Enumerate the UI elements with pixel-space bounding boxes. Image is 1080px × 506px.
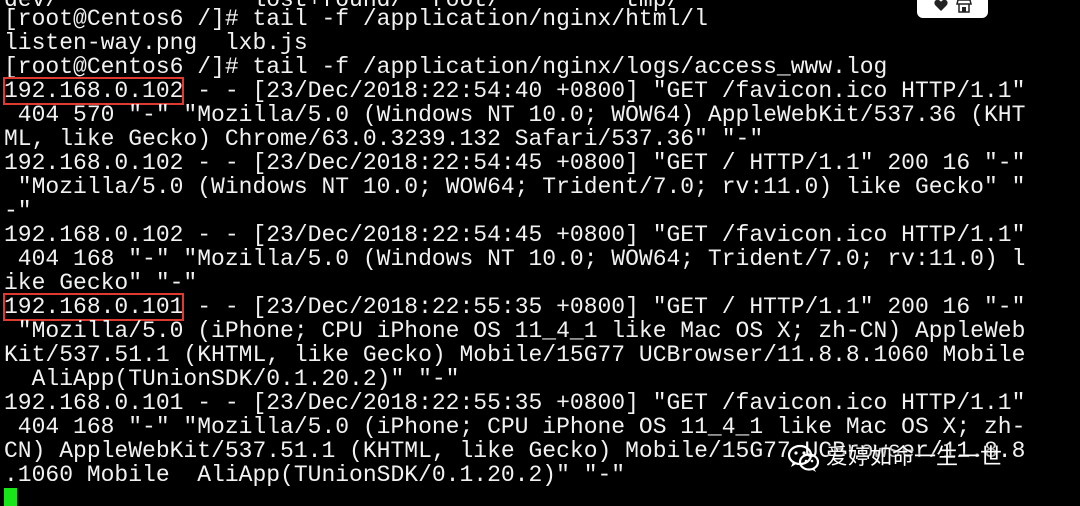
terminal-line: Kit/537.51.1 (KHTML, like Gecko) Mobile/… (4, 342, 1026, 368)
terminal-cursor (4, 488, 17, 506)
heart-icon (933, 0, 948, 11)
watermark-text: 爱婷如命一生一世 (826, 445, 1003, 470)
terminal-line: 404 168 "-" "Mozilla/5.0 (iPhone; CPU iP… (4, 414, 1026, 440)
log-text: - - [23/Dec/2018:22:54:40 +0800] "GET /f… (183, 78, 1026, 104)
terminal-line: 192.168.0.102 - - [23/Dec/2018:22:54:45 … (4, 222, 1026, 248)
corner-badge[interactable] (917, 0, 988, 18)
terminal-line: ML, like Gecko) Chrome/63.0.3239.132 Saf… (4, 126, 764, 152)
terminal-window[interactable]: dev/ lost+found/ root/ tmp/ [root@Centos… (0, 0, 1080, 506)
wechat-icon (787, 444, 820, 472)
terminal-line: "Mozilla/5.0 (iPhone; CPU iPhone OS 11_4… (4, 318, 1026, 344)
terminal-line: listen-way.png lxb.js (4, 30, 308, 56)
shop-icon (955, 0, 972, 13)
terminal-line: [root@Centos6 /]# tail -f /application/n… (4, 54, 888, 80)
terminal-line: "Mozilla/5.0 (Windows NT 10.0; WOW64; Tr… (4, 174, 1026, 200)
terminal-line: AliApp(TUnionSDK/0.1.20.2)" "-" (4, 366, 460, 392)
terminal-line: 404 570 "-" "Mozilla/5.0 (Windows NT 10.… (4, 102, 1026, 128)
terminal-line: -" (4, 198, 32, 224)
log-text: - - [23/Dec/2018:22:55:35 +0800] "GET / … (183, 294, 1026, 320)
terminal-line: 192.168.0.102 - - [23/Dec/2018:22:54:45 … (4, 150, 1026, 176)
terminal-line: 404 168 "-" "Mozilla/5.0 (Windows NT 10.… (4, 246, 1026, 272)
terminal-line: .1060 Mobile AliApp(TUnionSDK/0.1.20.2)"… (4, 462, 626, 488)
log-line: 192.168.0.101 - - [23/Dec/2018:22:55:35 … (2, 293, 1026, 321)
wechat-watermark: 爱婷如命一生一世 (786, 439, 1002, 477)
highlighted-ip: 192.168.0.102 (2, 77, 185, 105)
terminal-line: ike Gecko" "-" (4, 270, 198, 296)
highlighted-ip: 192.168.0.101 (2, 293, 185, 321)
log-line: 192.168.0.102 - - [23/Dec/2018:22:54:40 … (2, 77, 1026, 105)
terminal-line: 192.168.0.101 - - [23/Dec/2018:22:55:35 … (4, 390, 1026, 416)
terminal-line: [root@Centos6 /]# tail -f /application/n… (4, 6, 708, 32)
